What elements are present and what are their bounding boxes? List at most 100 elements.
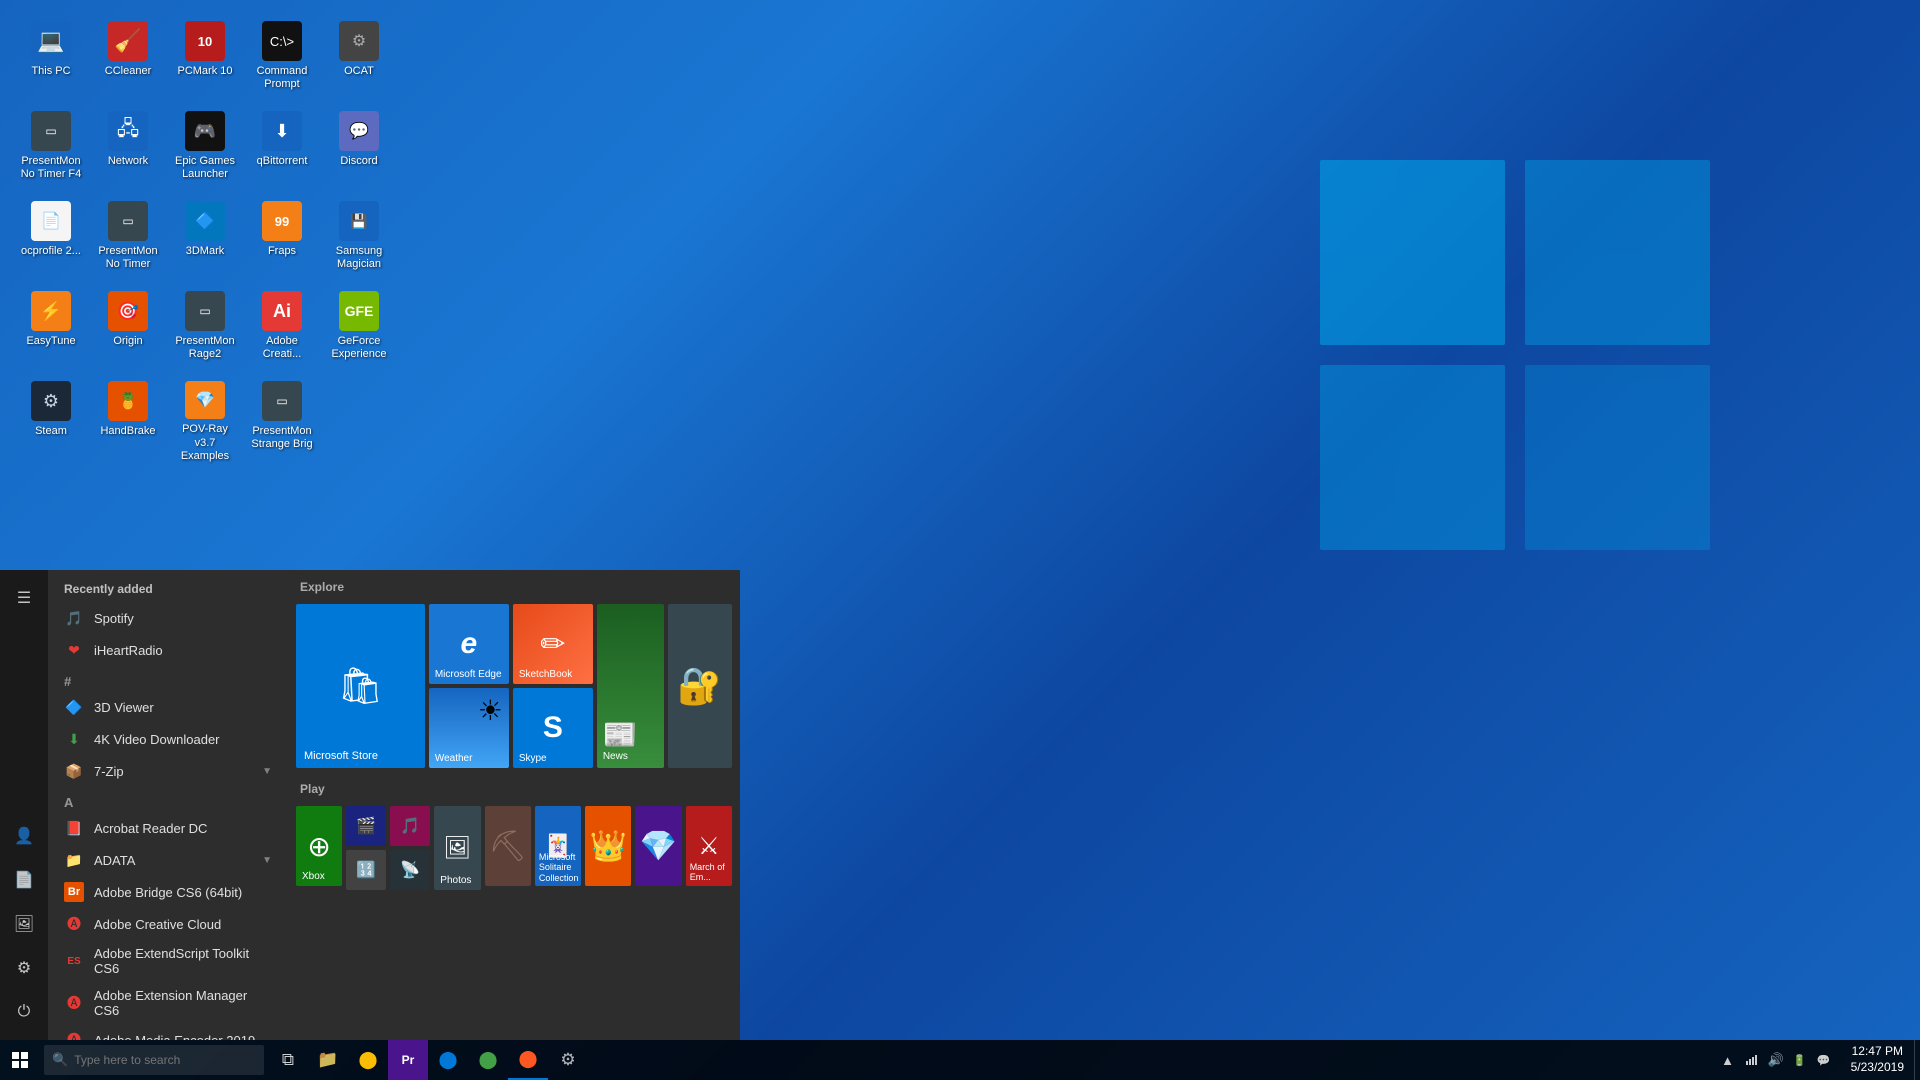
app-4k-video[interactable]: ⬇ 4K Video Downloader <box>48 723 288 755</box>
app-3d-viewer[interactable]: 🔷 3D Viewer <box>48 691 288 723</box>
desktop-icon-ocat[interactable]: ⚙ OCAT <box>323 15 395 103</box>
start-button[interactable] <box>0 1040 40 1080</box>
app-adobe-cc[interactable]: 🅐 Adobe Creative Cloud <box>48 908 288 940</box>
app-acrobat[interactable]: 📕 Acrobat Reader DC <box>48 812 288 844</box>
desktop-icon-command-prompt[interactable]: C:\> Command Prompt <box>246 15 318 103</box>
taskbar-clock[interactable]: 12:47 PM 5/23/2019 <box>1841 1040 1914 1080</box>
adobe-cc-icon: 🅐 <box>64 914 84 934</box>
taskbar-file-explorer[interactable]: 📁 <box>308 1040 348 1080</box>
start-apps-panel: Recently added 🎵 Spotify ❤ iHeartRadio #… <box>48 570 288 1040</box>
taskbar-search-icon: 🔍 <box>52 1052 68 1068</box>
taskbar-chrome[interactable]: ⬤ <box>348 1040 388 1080</box>
tile-solitaire[interactable]: 🃏 MicrosoftSolitaire Collection <box>535 806 581 886</box>
start-hamburger[interactable]: ☰ <box>4 578 44 618</box>
adobe-extension-icon: 🅐 <box>64 993 84 1013</box>
apps-list: 🎵 Spotify ❤ iHeartRadio # 🔷 3D Viewer ⬇ … <box>48 602 288 1040</box>
desktop-icon-ccleaner[interactable]: 🧹 CCleaner <box>92 15 164 103</box>
app-adobe-extension[interactable]: 🅐 Adobe Extension Manager CS6 <box>48 982 288 1024</box>
app-adobe-media[interactable]: 🅐 Adobe Media Encoder 2019 <box>48 1024 288 1040</box>
tray-network[interactable] <box>1741 1040 1763 1080</box>
recently-added-label: Recently added <box>48 570 288 602</box>
tray-expand[interactable]: ▲ <box>1717 1040 1739 1080</box>
desktop-icon-povray[interactable]: 💎 POV-Ray v3.7 Examples <box>169 375 241 463</box>
desktop-icon-steam[interactable]: ⚙ Steam <box>15 375 87 463</box>
taskbar-app-3[interactable]: ⬤ <box>508 1040 548 1080</box>
tile-news[interactable]: 📰 News <box>597 604 664 768</box>
section-hash: # <box>48 670 288 691</box>
app-adobe-bridge[interactable]: Br Adobe Bridge CS6 (64bit) <box>48 876 288 908</box>
start-user-icon[interactable]: 👤 <box>4 816 44 856</box>
desktop-icon-presentmon-rage2[interactable]: ▭ PresentMon Rage2 <box>169 285 241 373</box>
show-desktop-button[interactable] <box>1914 1040 1920 1080</box>
desktop-icon-epic[interactable]: 🎮 Epic Games Launcher <box>169 105 241 193</box>
adata-icon: 📁 <box>64 850 84 870</box>
taskbar-search-bar[interactable]: 🔍 <box>44 1045 264 1075</box>
taskbar-tray: ▲ 🔊 🔋 💬 <box>1711 1040 1841 1080</box>
tray-notifications[interactable]: 💬 <box>1813 1040 1835 1080</box>
tile-email[interactable]: 🔐 <box>668 604 732 768</box>
app-adobe-extendscript[interactable]: ES Adobe ExtendScript Toolkit CS6 <box>48 940 288 982</box>
desktop-icon-presentmon-nt[interactable]: ▭ PresentMon No Timer <box>92 195 164 283</box>
start-menu: ☰ 👤 📄 🖼 ⚙ ⏻ Recently added 🎵 Spotify ❤ i… <box>0 570 740 1040</box>
tile-minecraft[interactable]: ⛏ <box>485 806 531 886</box>
app-7zip[interactable]: 📦 7-Zip ▼ <box>48 755 288 787</box>
desktop-icon-3dmark[interactable]: 🔷 3DMark <box>169 195 241 283</box>
desktop-icon-handbrake[interactable]: 🍍 HandBrake <box>92 375 164 463</box>
desktop-icon-samsung[interactable]: 💾 Samsung Magician <box>323 195 395 283</box>
start-pictures-icon[interactable]: 🖼 <box>4 904 44 944</box>
adobe-bridge-icon: Br <box>64 882 84 902</box>
desktop-icon-geforce[interactable]: GFE GeForce Experience <box>323 285 395 373</box>
taskbar-items: ⧉ 📁 ⬤ Pr ⬤ ⬤ ⬤ ⚙ <box>268 1040 1711 1080</box>
explore-label: Explore <box>296 578 732 600</box>
desktop-icon-qbittorrent[interactable]: ⬇ qBittorrent <box>246 105 318 193</box>
taskbar: 🔍 ⧉ 📁 ⬤ Pr ⬤ ⬤ ⬤ ⚙ ▲ 🔊 <box>0 1040 1920 1080</box>
desktop-icon-presentmon-f4[interactable]: ▭ PresentMon No Timer F4 <box>15 105 87 193</box>
tile-calculator[interactable]: 🔢 <box>346 850 386 890</box>
tile-groove-music[interactable]: 🎵 <box>390 806 430 846</box>
desktop: 💻 This PC 🧹 CCleaner 10 PCMark 10 C:\> C… <box>0 0 1920 1080</box>
taskbar-app-2[interactable]: ⬤ <box>468 1040 508 1080</box>
tile-jewels[interactable]: 💎 <box>635 806 681 886</box>
desktop-icon-discord[interactable]: 💬 Discord <box>323 105 395 193</box>
start-strip: ☰ 👤 📄 🖼 ⚙ ⏻ <box>0 570 48 1040</box>
start-settings-icon[interactable]: ⚙ <box>4 948 44 988</box>
tile-xbox[interactable]: ⊕ Xbox <box>296 806 342 886</box>
taskbar-search-input[interactable] <box>74 1053 249 1067</box>
start-documents-icon[interactable]: 📄 <box>4 860 44 900</box>
tile-ms-edge[interactable]: e Microsoft Edge <box>429 604 509 684</box>
iheartradio-icon: ❤ <box>64 640 84 660</box>
desktop-icon-pcmark10[interactable]: 10 PCMark 10 <box>169 15 241 103</box>
tile-sketchbook[interactable]: ✏ SketchBook <box>513 604 593 684</box>
taskbar-adobe-premiere[interactable]: Pr <box>388 1040 428 1080</box>
tray-battery[interactable]: 🔋 <box>1789 1040 1811 1080</box>
desktop-icon-adobe-creative[interactable]: Ai Adobe Creati... <box>246 285 318 373</box>
taskbar-app-1[interactable]: ⬤ <box>428 1040 468 1080</box>
tile-march-empires[interactable]: ⚔ March of Em... <box>686 806 732 886</box>
tile-king[interactable]: 👑 <box>585 806 631 886</box>
tile-connect[interactable]: 📡 <box>390 850 430 890</box>
taskbar-task-view[interactable]: ⧉ <box>268 1040 308 1080</box>
tile-weather[interactable]: ☀ Weather <box>429 688 509 768</box>
desktop-icon-origin[interactable]: 🎯 Origin <box>92 285 164 373</box>
desktop-icon-ocprofile[interactable]: 📄 ocprofile 2... <box>15 195 87 283</box>
adobe-media-icon: 🅐 <box>64 1030 84 1040</box>
app-iheartradio[interactable]: ❤ iHeartRadio <box>48 634 288 666</box>
app-adata[interactable]: 📁 ADATA ▼ <box>48 844 288 876</box>
start-power-icon[interactable]: ⏻ <box>4 992 44 1032</box>
taskbar-settings[interactable]: ⚙ <box>548 1040 588 1080</box>
tile-skype[interactable]: S Skype <box>513 688 593 768</box>
app-spotify[interactable]: 🎵 Spotify <box>48 602 288 634</box>
section-a: A <box>48 791 288 812</box>
tile-movies-tv[interactable]: 🎬 <box>346 806 386 846</box>
desktop-icon-presentmon-strange[interactable]: ▭ PresentMon Strange Brig <box>246 375 318 463</box>
desktop-icon-easytune[interactable]: ⚡ EasyTune <box>15 285 87 373</box>
adobe-extendscript-icon: ES <box>64 951 84 971</box>
7zip-expand-icon: ▼ <box>262 766 272 777</box>
tray-volume[interactable]: 🔊 <box>1765 1040 1787 1080</box>
desktop-icon-network[interactable]: 🖧 Network <box>92 105 164 193</box>
desktop-icon-grid: 💻 This PC 🧹 CCleaner 10 PCMark 10 C:\> C… <box>10 10 403 468</box>
tile-ms-store[interactable]: 🛍 Microsoft Store <box>296 604 425 768</box>
tile-photos[interactable]: 🖼 Photos <box>434 806 480 890</box>
desktop-icon-this-pc[interactable]: 💻 This PC <box>15 15 87 103</box>
desktop-icon-fraps[interactable]: 99 Fraps <box>246 195 318 283</box>
